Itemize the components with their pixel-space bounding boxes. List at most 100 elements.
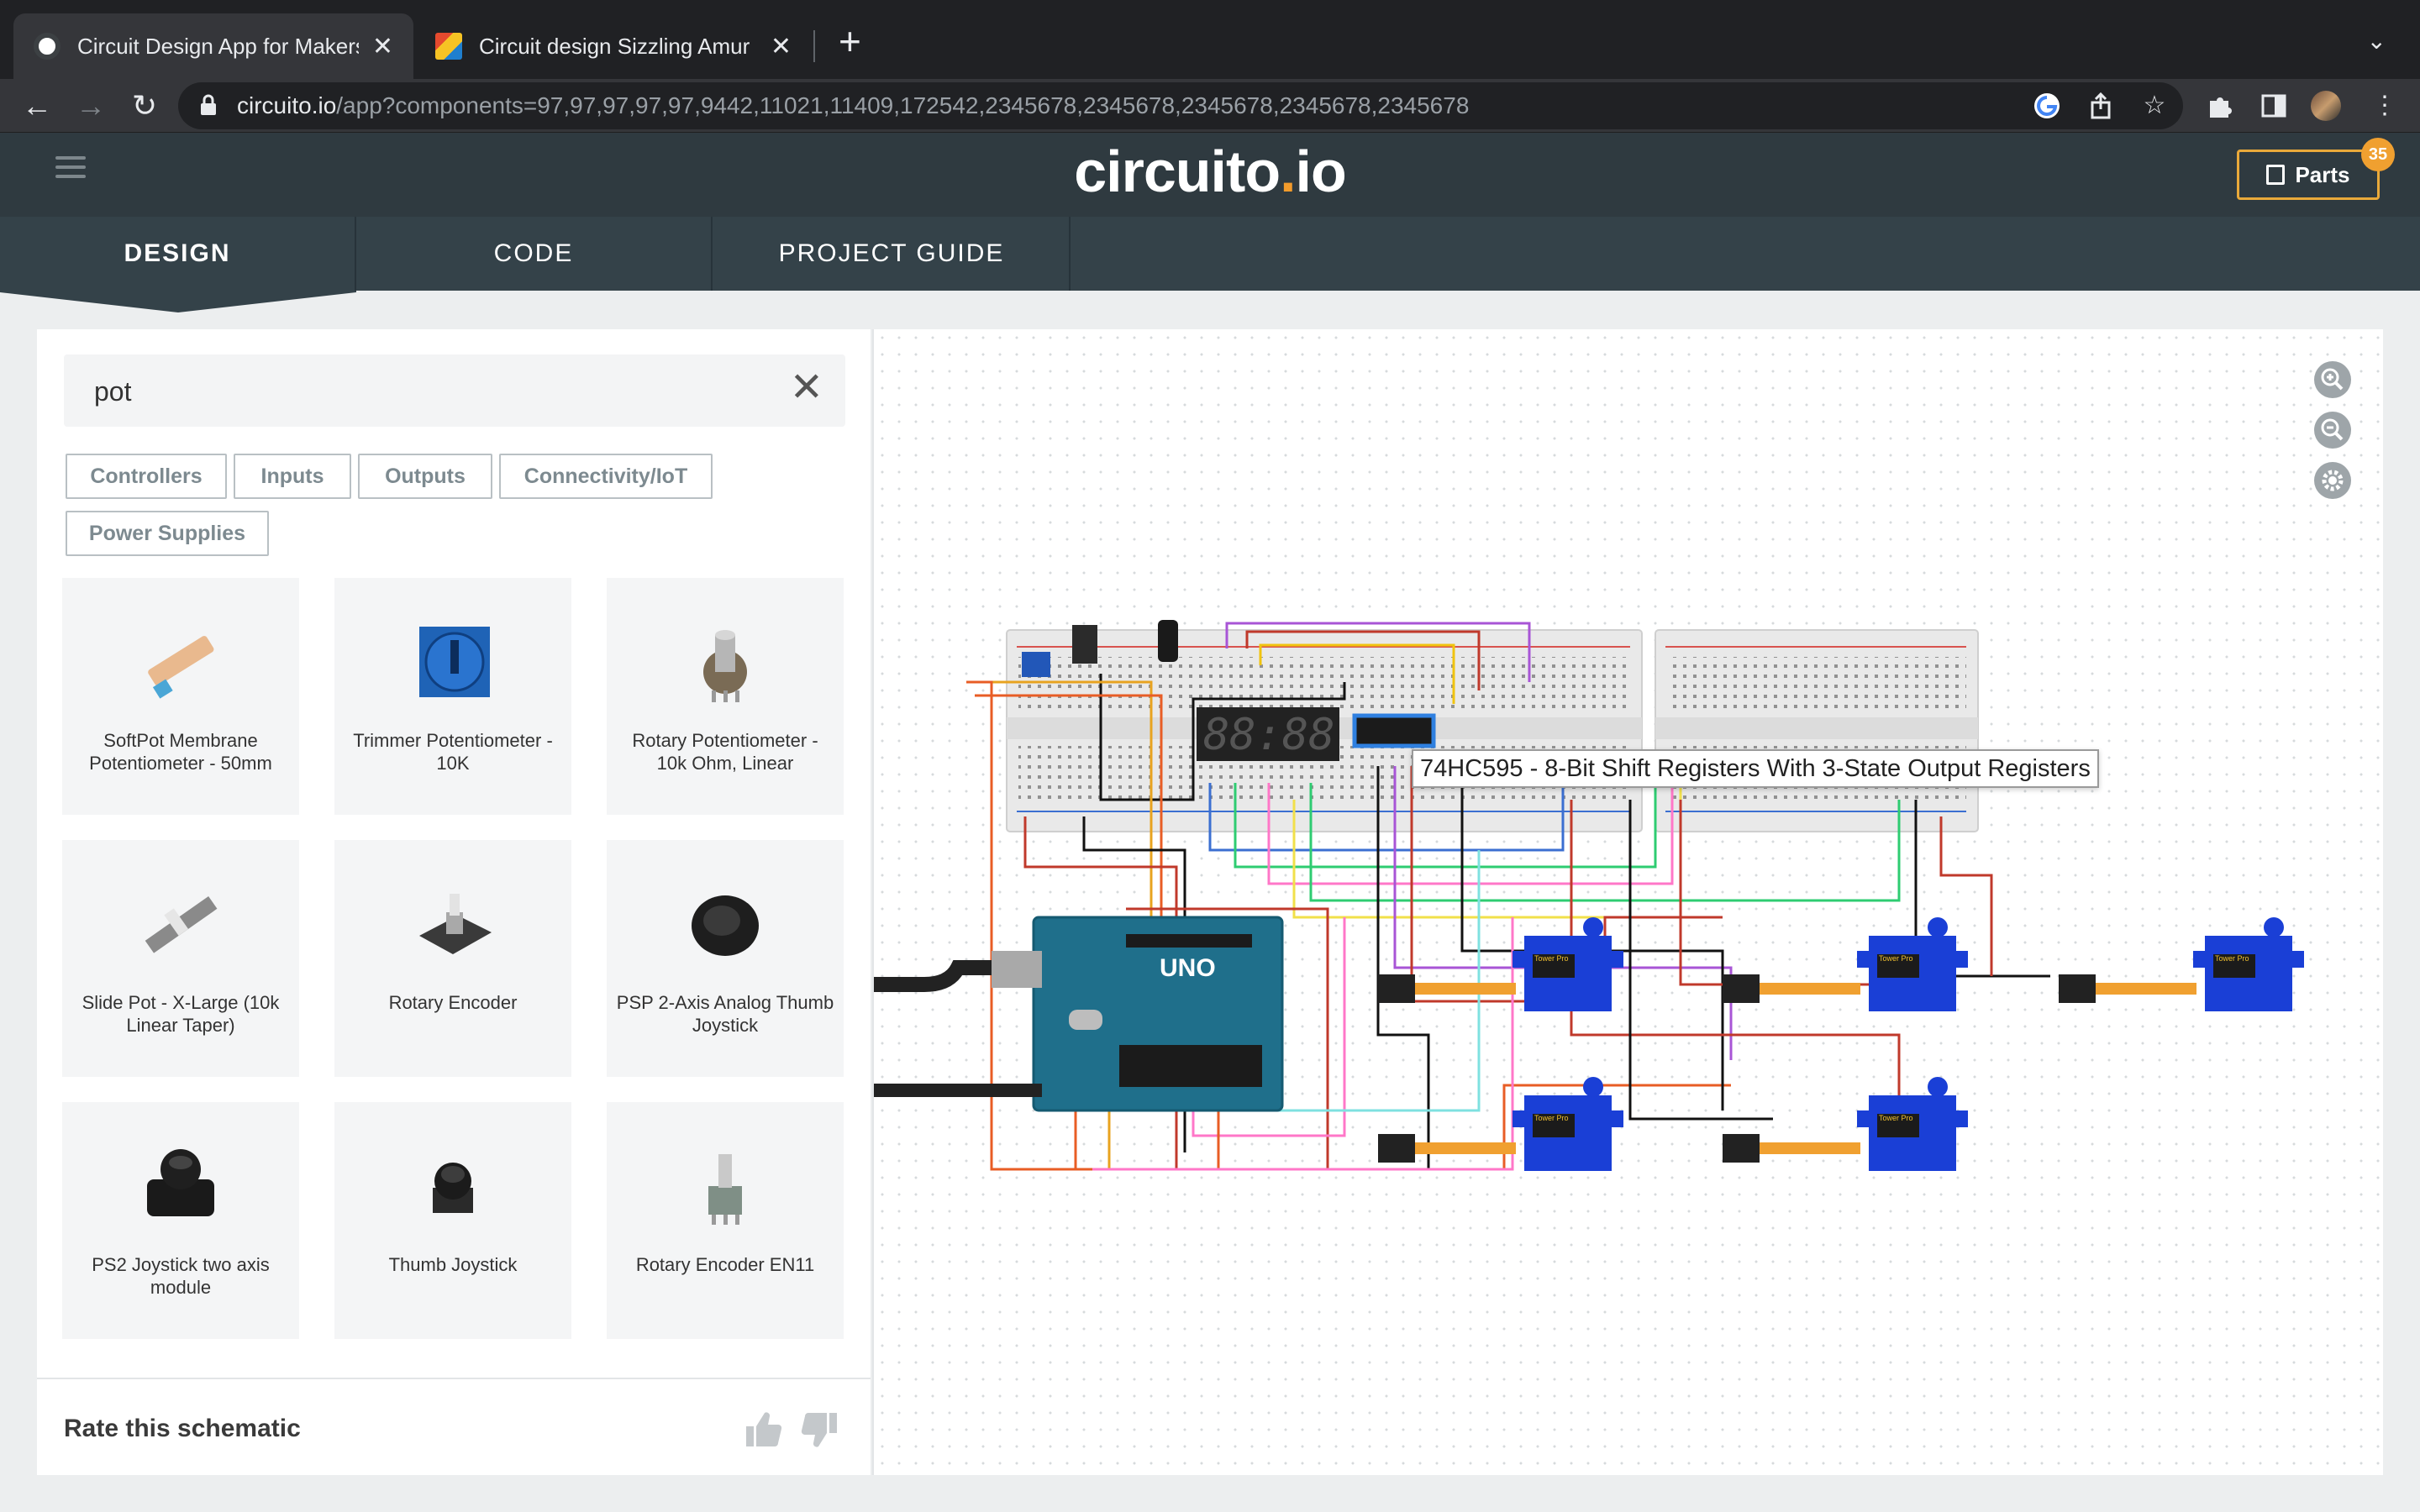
tinkercad-favicon-icon: [435, 33, 462, 60]
thumb-joystick-icon: [433, 1163, 473, 1213]
thumbs-down-icon[interactable]: [800, 1410, 840, 1450]
component-label: PSP 2-Axis Analog Thumb Joystick: [616, 992, 834, 1036]
component-card-trimmer[interactable]: Trimmer Potentiometer - 10K: [334, 578, 571, 815]
servo-5[interactable]: Tower Pro: [1857, 1077, 1968, 1171]
parts-list-icon: [2266, 165, 2286, 185]
active-tab-indicator: [0, 291, 356, 312]
slide-pot-icon: [145, 896, 218, 953]
svg-text:Tower Pro: Tower Pro: [1879, 1114, 1913, 1122]
browser-toolbar: ← → ↻ circuito.io/app?components=97,97,9…: [0, 79, 2420, 133]
servo-connectors: [1378, 974, 2196, 1163]
servo-4[interactable]: Tower Pro: [1512, 1077, 1623, 1171]
rotary-encoder-en11-icon: [708, 1154, 742, 1225]
component-label: SoftPot Membrane Potentiometer - 50mm: [89, 730, 272, 774]
capacitor-part[interactable]: [1158, 620, 1178, 662]
component-tooltip: 74HC595 - 8-Bit Shift Registers With 3-S…: [1412, 749, 2099, 788]
component-card-psp-joystick[interactable]: PSP 2-Axis Analog Thumb Joystick: [607, 840, 844, 1077]
svg-text:Tower Pro: Tower Pro: [2215, 954, 2249, 963]
svg-text:UNO: UNO: [1160, 954, 1216, 982]
share-icon[interactable]: [2086, 91, 2116, 121]
rotary-encoder-icon: [419, 894, 492, 954]
component-label: Rotary Potentiometer - 10k Ohm, Linear: [632, 730, 818, 774]
svg-text:Tower Pro: Tower Pro: [1534, 954, 1569, 963]
arduino-uno-board[interactable]: UNO: [1032, 916, 1284, 1112]
browser-tab-tinkercad[interactable]: Circuit design Sizzling Amur | T ✕: [415, 13, 812, 79]
component-card-softpot[interactable]: SoftPot Membrane Potentiometer - 50mm: [62, 578, 299, 815]
component-label: Trimmer Potentiometer - 10K: [353, 730, 553, 774]
component-card-ps2-joystick[interactable]: PS2 Joystick two axis module: [62, 1102, 299, 1339]
schematic-canvas[interactable]: 88:88 UNO Tower Pro Tower Pro Tower Pro …: [872, 329, 2383, 1475]
reload-icon[interactable]: ↻: [124, 86, 165, 126]
search-value: pot: [94, 376, 132, 407]
url-path: /app?components=97,97,97,97,97,9442,1102…: [336, 92, 1470, 118]
circuit-schematic: 88:88 UNO Tower Pro Tower Pro Tower Pro …: [874, 620, 2304, 1171]
browser-tab-circuito[interactable]: Circuit Design App for Makers- ✕: [13, 13, 413, 79]
tab-design[interactable]: DESIGN: [0, 217, 356, 291]
rate-schematic-bar: Rate this schematic: [37, 1378, 871, 1475]
trimmer-pot-part[interactable]: [1022, 652, 1050, 677]
extensions-puzzle-icon[interactable]: [2205, 91, 2235, 121]
side-panel-icon[interactable]: [2259, 91, 2289, 121]
filter-controllers[interactable]: Controllers: [66, 454, 227, 499]
close-tab-icon[interactable]: ✕: [771, 32, 792, 61]
profile-avatar[interactable]: [2311, 91, 2341, 121]
component-card-thumb-joystick[interactable]: Thumb Joystick: [334, 1102, 571, 1339]
hamburger-menu-icon[interactable]: [55, 156, 86, 184]
voltage-regulator-part[interactable]: [1072, 625, 1097, 664]
rotary-pot-icon: [703, 630, 747, 702]
tab-search-chevron-icon[interactable]: ⌄: [2367, 27, 2386, 55]
shift-register-chip[interactable]: [1352, 713, 1436, 748]
svg-text:88:88: 88:88: [1203, 710, 1335, 760]
component-card-rotary-encoder-en11[interactable]: Rotary Encoder EN11: [607, 1102, 844, 1339]
forward-arrow-icon[interactable]: →: [71, 86, 111, 126]
component-label: Rotary Encoder EN11: [635, 1254, 815, 1275]
svg-text:Tower Pro: Tower Pro: [1534, 1114, 1569, 1122]
filter-connectivity-iot[interactable]: Connectivity/IoT: [499, 454, 713, 499]
tab-separator: [813, 30, 815, 62]
component-label: PS2 Joystick two axis module: [92, 1254, 270, 1298]
component-card-slide-pot[interactable]: Slide Pot - X-Large (10k Linear Taper): [62, 840, 299, 1077]
component-label: Rotary Encoder: [388, 992, 518, 1013]
google-lens-icon[interactable]: [2032, 91, 2062, 121]
ps2-joystick-icon: [147, 1149, 214, 1216]
component-card-rotary-pot[interactable]: Rotary Potentiometer - 10k Ohm, Linear: [607, 578, 844, 815]
psp-joystick-icon: [692, 895, 759, 956]
tab-title: Circuit Design App for Makers-: [77, 33, 359, 59]
filter-outputs[interactable]: Outputs: [358, 454, 492, 499]
new-tab-icon[interactable]: +: [839, 22, 861, 60]
parts-count-badge: 35: [2361, 138, 2395, 171]
usb-connector: [992, 951, 1042, 988]
address-bar[interactable]: circuito.io/app?components=97,97,97,97,9…: [178, 82, 2183, 129]
seven-segment-display[interactable]: 88:88: [1197, 707, 1339, 761]
search-input[interactable]: pot ✕: [64, 354, 845, 427]
parts-label: Parts: [2295, 161, 2350, 187]
back-arrow-icon[interactable]: ←: [17, 86, 57, 126]
svg-text:Tower Pro: Tower Pro: [1879, 954, 1913, 963]
bookmark-star-icon[interactable]: ☆: [2139, 91, 2170, 121]
close-tab-icon[interactable]: ✕: [372, 32, 393, 61]
component-label: Slide Pot - X-Large (10k Linear Taper): [82, 992, 280, 1036]
tab-project-guide[interactable]: PROJECT GUIDE: [714, 217, 1071, 291]
lock-icon: [201, 94, 216, 115]
tab-title: Circuit design Sizzling Amur | T: [479, 33, 757, 59]
trimmer-pot-icon: [419, 627, 490, 697]
servo-1[interactable]: Tower Pro: [1512, 917, 1623, 1011]
filter-power-supplies[interactable]: Power Supplies: [66, 511, 269, 556]
main-nav-tabs: DESIGN CODE PROJECT GUIDE: [0, 217, 2420, 291]
browser-tab-bar: Circuit Design App for Makers- ✕ Circuit…: [0, 0, 2420, 79]
component-card-rotary-encoder[interactable]: Rotary Encoder: [334, 840, 571, 1077]
tab-code[interactable]: CODE: [356, 217, 713, 291]
rate-schematic-label: Rate this schematic: [64, 1415, 301, 1442]
servo-3[interactable]: Tower Pro: [2193, 917, 2304, 1011]
servo-2[interactable]: Tower Pro: [1857, 917, 1968, 1011]
browser-menu-icon[interactable]: ⋮: [2370, 91, 2400, 121]
url-host: circuito.io: [237, 92, 337, 118]
circuito-favicon-icon: [34, 33, 60, 60]
softpot-icon: [148, 636, 214, 699]
parts-button[interactable]: Parts: [2237, 150, 2380, 200]
thumbs-up-icon[interactable]: [743, 1410, 783, 1450]
clear-search-icon[interactable]: ✕: [790, 368, 823, 408]
usb-cable: [874, 960, 992, 992]
filter-inputs[interactable]: Inputs: [234, 454, 351, 499]
component-label: Thumb Joystick: [388, 1254, 518, 1275]
